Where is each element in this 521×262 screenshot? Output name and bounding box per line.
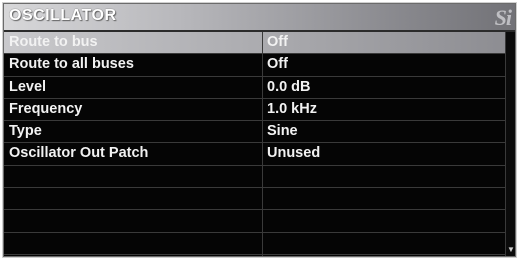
row-type[interactable]: Type Sine	[4, 121, 506, 144]
oscillator-panel: OSCILLATOR Si Route to bus Off Route to …	[3, 3, 516, 257]
row-value[interactable]: 1.0 kHz	[267, 101, 317, 117]
row-label: Level	[9, 78, 47, 95]
parameter-list: Route to bus Off Route to all buses Off …	[4, 32, 506, 255]
row-value[interactable]: Sine	[267, 123, 298, 139]
empty-row	[4, 188, 506, 211]
empty-row	[4, 233, 506, 255]
vertical-scrollbar[interactable]: ▼	[505, 32, 515, 256]
row-route-to-all-buses[interactable]: Route to all buses Off	[4, 54, 506, 77]
column-divider	[262, 32, 263, 256]
row-label: Frequency	[9, 100, 83, 117]
row-frequency[interactable]: Frequency 1.0 kHz	[4, 99, 506, 122]
brand-logo: Si	[494, 5, 512, 30]
empty-row	[4, 166, 506, 189]
row-value[interactable]: 0.0 dB	[267, 79, 311, 95]
row-label: Type	[9, 123, 42, 140]
empty-row	[4, 210, 506, 233]
panel-title: OSCILLATOR	[9, 7, 117, 24]
row-label: Route to all buses	[9, 56, 134, 73]
row-route-to-bus[interactable]: Route to bus Off	[4, 32, 506, 55]
row-level[interactable]: Level 0.0 dB	[4, 77, 506, 99]
row-label: Route to bus	[9, 34, 98, 50]
triangle-down-icon[interactable]: ▼	[507, 246, 515, 254]
row-value[interactable]: Unused	[267, 145, 320, 161]
row-oscillator-out-patch[interactable]: Oscillator Out Patch Unused	[4, 143, 506, 166]
row-value[interactable]: Off	[267, 34, 288, 50]
row-label: Oscillator Out Patch	[9, 145, 149, 162]
panel-header: OSCILLATOR Si	[4, 4, 515, 32]
row-value[interactable]: Off	[267, 56, 288, 72]
